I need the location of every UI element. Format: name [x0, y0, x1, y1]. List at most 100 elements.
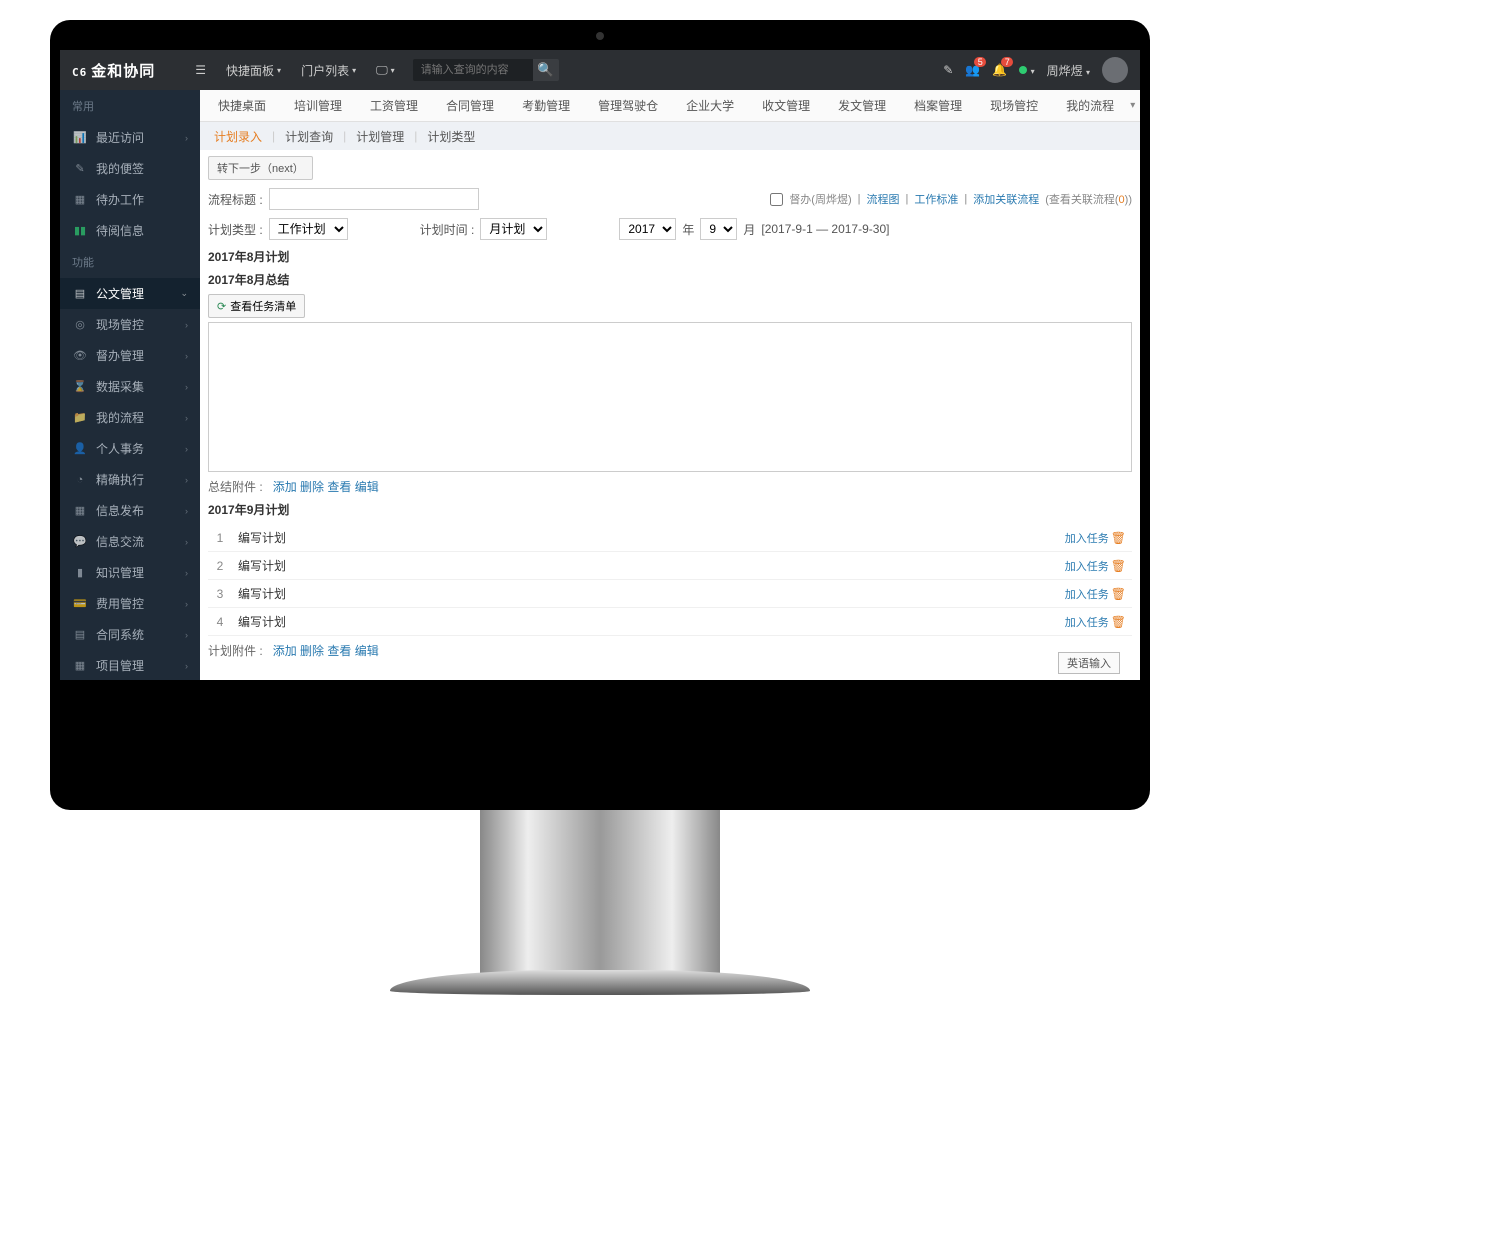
sidebar-item-km[interactable]: ▮知识管理›	[60, 557, 200, 588]
plan-table: 1编写计划加入任务🗑 2编写计划加入任务🗑 3编写计划加入任务🗑 4编写计划加入…	[208, 524, 1132, 636]
month-select[interactable]: 9	[700, 218, 737, 240]
delete-icon[interactable]: 🗑	[1111, 559, 1126, 573]
sub-tabs: 计划录入| 计划查询| 计划管理| 计划类型	[200, 122, 1140, 150]
status-menu[interactable]: ▾	[1019, 63, 1034, 77]
type-select[interactable]: 工作计划	[269, 218, 348, 240]
next-step-button[interactable]: 转下一步（next）	[208, 156, 313, 180]
topmenu-portal[interactable]: 门户列表▾	[291, 62, 366, 79]
subtab-manage[interactable]: 计划管理	[352, 128, 408, 145]
sidebar-item-publish[interactable]: ▦信息发布›	[60, 495, 200, 526]
sidebar-item-contract[interactable]: ▤合同系统›	[60, 619, 200, 650]
topmenu-quickpanel[interactable]: 快捷面板▾	[216, 62, 291, 79]
subtab-type[interactable]: 计划类型	[423, 128, 479, 145]
sidebar-item-exchange[interactable]: 💬信息交流›	[60, 526, 200, 557]
sidebar-item-recent[interactable]: 📊最近访问›	[60, 122, 200, 153]
sidebar-item-todo[interactable]: ▦待办工作	[60, 184, 200, 215]
tab-training[interactable]: 培训管理	[282, 91, 354, 120]
type-label: 计划类型 :	[208, 221, 263, 238]
delete-icon[interactable]: 🗑	[1111, 615, 1126, 629]
plan-row: 1编写计划加入任务🗑	[208, 524, 1132, 552]
section-sep-plan: 2017年9月计划	[208, 501, 1132, 518]
notif-people-icon[interactable]: 👥5	[965, 63, 980, 77]
sidebar-item-site[interactable]: ◎现场管控›	[60, 309, 200, 340]
standard-link[interactable]: 工作标准	[914, 191, 958, 207]
time-select[interactable]: 月计划	[480, 218, 547, 240]
add-task-link[interactable]: 加入任务	[1065, 533, 1109, 545]
attach-edit[interactable]: 编辑	[355, 644, 379, 658]
monitor-base	[390, 970, 810, 995]
user-name[interactable]: 周烨煜 ▾	[1047, 62, 1090, 79]
subtab-entry[interactable]: 计划录入	[210, 128, 266, 145]
add-task-link[interactable]: 加入任务	[1065, 561, 1109, 573]
title-input[interactable]	[269, 188, 479, 210]
delete-icon[interactable]: 🗑	[1111, 531, 1126, 545]
tab-myprocess[interactable]: 我的流程	[1054, 91, 1126, 120]
tab-contract[interactable]: 合同管理	[434, 91, 506, 120]
sidebar-item-personal[interactable]: 👤个人事务›	[60, 433, 200, 464]
sidebar-item-notes[interactable]: ✎我的便签	[60, 153, 200, 184]
topbar: C6金和协同 ☰ 快捷面板▾ 门户列表▾ 🖵▾ 🔍 ✎ 👥5 🔔7 ▾ 周烨煜 …	[60, 50, 1140, 90]
view-tasks-button[interactable]: ⟳查看任务清单	[208, 294, 305, 318]
summary-editor[interactable]	[208, 322, 1132, 472]
sidebar-item-project[interactable]: ▦项目管理›	[60, 650, 200, 680]
edit-icon[interactable]: ✎	[943, 63, 953, 77]
tab-salary[interactable]: 工资管理	[358, 91, 430, 120]
tab-university[interactable]: 企业大学	[674, 91, 746, 120]
sidebar-group-common: 常用	[60, 90, 200, 122]
tab-outgoing[interactable]: 发文管理	[826, 91, 898, 120]
sidebar-item-toread[interactable]: ▮▮待阅信息	[60, 215, 200, 246]
app-logo: C6金和协同	[72, 60, 155, 81]
sidebar-item-expense[interactable]: 💳费用管控›	[60, 588, 200, 619]
tabs-more-icon[interactable]: ▾	[1130, 100, 1140, 111]
notif-bell-icon[interactable]: 🔔7	[992, 63, 1007, 77]
tab-incoming[interactable]: 收文管理	[750, 91, 822, 120]
plan-row: 2编写计划加入任务🗑	[208, 552, 1132, 580]
attach-view[interactable]: 查看	[327, 644, 351, 658]
sidebar-item-supervise[interactable]: 👁督办管理›	[60, 340, 200, 371]
ime-indicator[interactable]: 英语输入	[1058, 652, 1120, 674]
sidebar-item-exec[interactable]: ◔精确执行›	[60, 464, 200, 495]
device-icon[interactable]: 🖵▾	[366, 63, 405, 78]
attach-add[interactable]: 添加	[273, 644, 297, 658]
subtab-query[interactable]: 计划查询	[281, 128, 337, 145]
sidebar-item-docs[interactable]: ▤公文管理⌄	[60, 278, 200, 309]
attach-edit[interactable]: 编辑	[355, 480, 379, 494]
date-range: [2017-9-1 — 2017-9-30]	[761, 222, 889, 236]
main-tabs: 快捷桌面 培训管理 工资管理 合同管理 考勤管理 管理驾驶仓 企业大学 收文管理…	[200, 90, 1140, 122]
year-select[interactable]: 2017	[619, 218, 676, 240]
sidebar-item-myflow[interactable]: 📁我的流程›	[60, 402, 200, 433]
suboffice-checkbox[interactable]	[770, 193, 783, 206]
section-aug-summary: 2017年8月总结	[208, 271, 1132, 288]
search-input[interactable]	[413, 59, 533, 81]
add-task-link[interactable]: 加入任务	[1065, 589, 1109, 601]
viewrel-label[interactable]: (查看关联流程(0))	[1045, 191, 1132, 207]
addrel-link[interactable]: 添加关联流程	[973, 191, 1039, 207]
sidebar-group-func: 功能	[60, 246, 200, 278]
delete-icon[interactable]: 🗑	[1111, 587, 1126, 601]
camera-dot	[596, 32, 604, 40]
summary-attach-label: 总结附件 :	[208, 480, 263, 494]
attach-del[interactable]: 删除	[300, 480, 324, 494]
tab-attendance[interactable]: 考勤管理	[510, 91, 582, 120]
plan-row: 4编写计划加入任务🗑	[208, 608, 1132, 636]
add-task-link[interactable]: 加入任务	[1065, 617, 1109, 629]
avatar[interactable]	[1102, 57, 1128, 83]
time-label: 计划时间 :	[420, 221, 475, 238]
plan-row: 3编写计划加入任务🗑	[208, 580, 1132, 608]
menu-toggle-icon[interactable]: ☰	[185, 63, 216, 77]
tab-cockpit[interactable]: 管理驾驶仓	[586, 91, 670, 120]
tab-quickdesk[interactable]: 快捷桌面	[206, 91, 278, 120]
attach-add[interactable]: 添加	[273, 480, 297, 494]
attach-view[interactable]: 查看	[327, 480, 351, 494]
title-label: 流程标题 :	[208, 191, 263, 208]
monitor-stand	[480, 810, 720, 990]
tab-archive[interactable]: 档案管理	[902, 91, 974, 120]
section-aug-plan: 2017年8月计划	[208, 248, 1132, 265]
search-button[interactable]: 🔍	[533, 59, 559, 81]
sidebar: 常用 📊最近访问› ✎我的便签 ▦待办工作 ▮▮待阅信息 功能 ▤公文管理⌄ ◎…	[60, 90, 200, 680]
flowchart-link[interactable]: 流程图	[867, 191, 900, 207]
tab-sitectrl[interactable]: 现场管控	[978, 91, 1050, 120]
sidebar-item-data[interactable]: ⌛数据采集›	[60, 371, 200, 402]
attach-del[interactable]: 删除	[300, 644, 324, 658]
suboffice-label: 督办(周烨煜)	[789, 191, 851, 207]
